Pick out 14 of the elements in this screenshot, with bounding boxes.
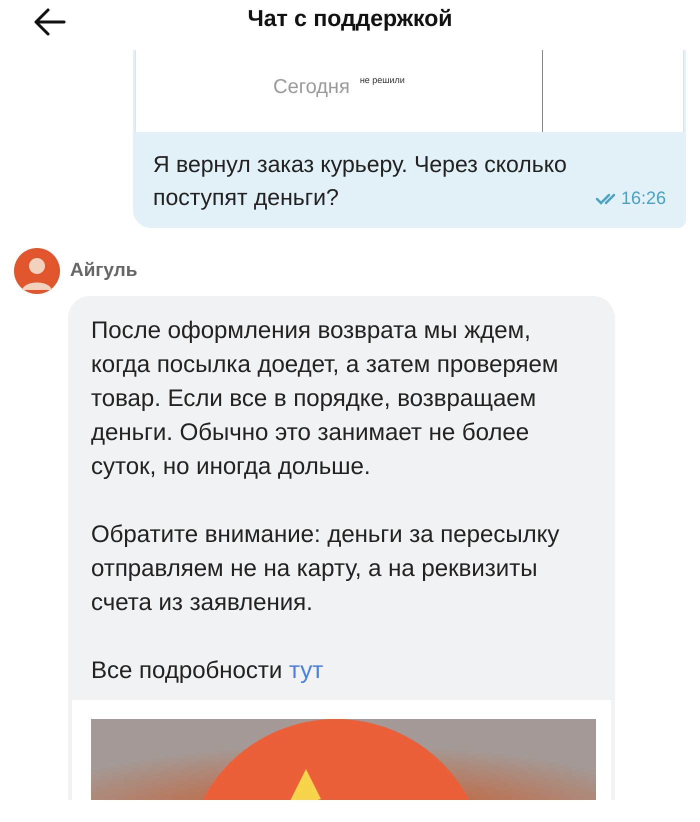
message-paragraph: После оформления возврата мы ждем, когда посылка доедет, а затем проверяем товар. Если все в порядке, возвращаем деньги. Обычно это занимает не более суток, но иногда дольше. [91, 316, 560, 482]
back-icon[interactable] [34, 8, 66, 36]
author-name: Айгуль [70, 258, 138, 283]
footer-text: Все подробности [91, 657, 284, 684]
message-text: Я вернул заказ курьеру. Через сколько поступят деньги? [153, 151, 567, 210]
details-link[interactable]: тут [288, 657, 324, 684]
date-label: Сегодня [273, 75, 350, 100]
link-preview-card[interactable] [72, 700, 611, 800]
attachment-preview[interactable]: Сегодня не решили [135, 50, 684, 132]
message-paragraph: Обратите внимание: деньги за пересылку отправляем не на карту, а на реквизиты счета из заявления. [91, 520, 560, 618]
message-time: 16:26 [620, 187, 666, 210]
status-note: не решили [360, 74, 405, 87]
header-title: Чат с поддержкой [248, 4, 452, 33]
avatar [14, 248, 60, 294]
